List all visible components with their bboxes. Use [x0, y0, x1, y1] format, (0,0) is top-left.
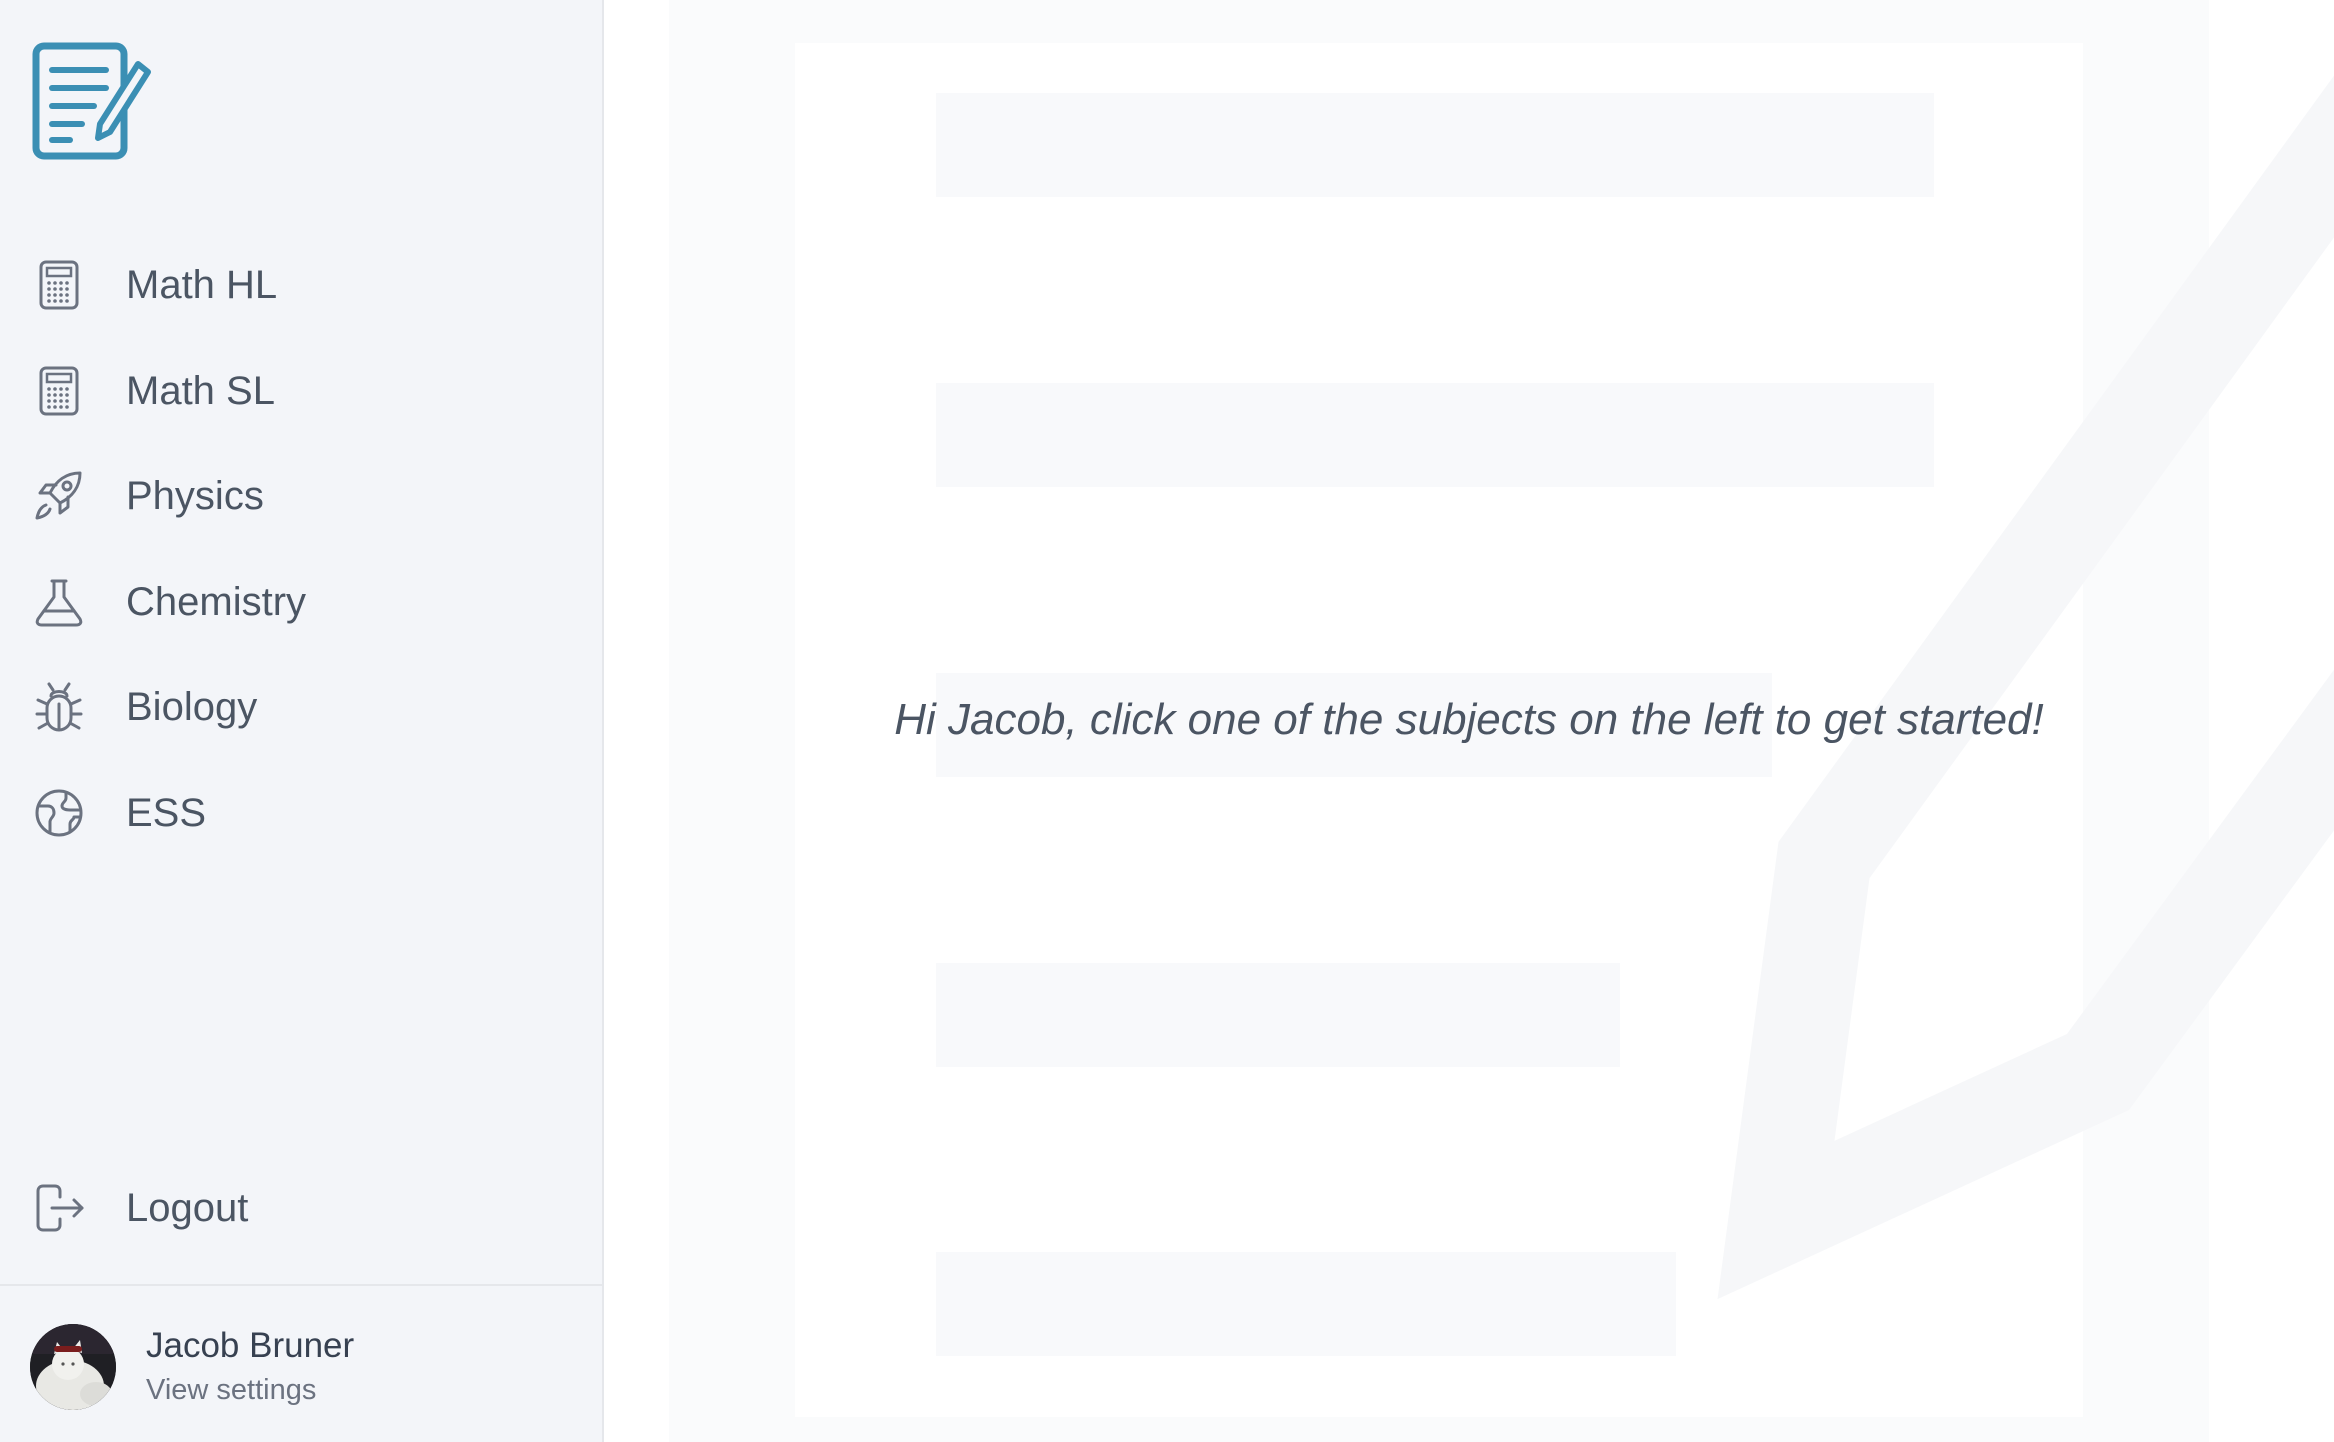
welcome-message: Hi Jacob, click one of the subjects on t…: [894, 695, 2044, 744]
calculator-icon: [30, 256, 88, 314]
sidebar-item-label: Biology: [126, 685, 258, 729]
sidebar-item-ess[interactable]: ESS: [0, 773, 604, 853]
sidebar-item-label: Chemistry: [126, 580, 307, 624]
avatar[interactable]: [30, 1324, 116, 1410]
view-settings-link[interactable]: View settings: [146, 1374, 316, 1407]
sidebar-item-label: Physics: [126, 474, 264, 518]
sidebar-item-chemistry[interactable]: Chemistry: [0, 562, 604, 642]
user-profile[interactable]: Jacob Bruner View settings: [0, 1286, 604, 1442]
calculator-icon: [30, 362, 88, 420]
sidebar-item-biology[interactable]: Biology: [0, 667, 604, 747]
globe-icon: [30, 784, 88, 842]
logout-label: Logout: [126, 1186, 249, 1230]
flask-icon: [30, 573, 88, 631]
sidebar-item-math-hl[interactable]: Math HL: [0, 245, 604, 325]
bug-icon: [30, 678, 88, 736]
rocket-icon: [30, 467, 88, 525]
sidebar: Math HL Math SL Physics Chemistry Biolog…: [0, 0, 604, 1442]
logout-icon: [30, 1179, 88, 1237]
sidebar-item-label: Math HL: [126, 263, 278, 307]
document-edit-icon[interactable]: [30, 40, 154, 164]
sidebar-item-physics[interactable]: Physics: [0, 456, 604, 536]
logout-button[interactable]: Logout: [0, 1168, 604, 1248]
main-content: Hi Jacob, click one of the subjects on t…: [604, 0, 2334, 1442]
sidebar-item-label: Math SL: [126, 369, 275, 413]
sidebar-item-math-sl[interactable]: Math SL: [0, 351, 604, 431]
sidebar-item-label: ESS: [126, 791, 207, 835]
profile-name: Jacob Bruner: [146, 1326, 355, 1365]
